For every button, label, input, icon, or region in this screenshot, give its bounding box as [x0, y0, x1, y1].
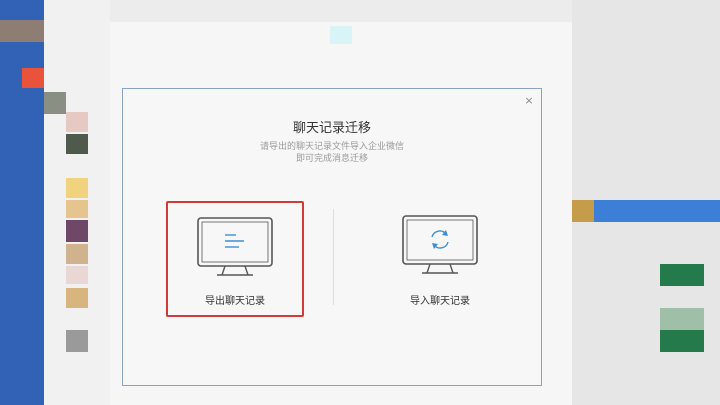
dialog-title: 聊天记录迁移 [292, 121, 371, 136]
background-avatar [66, 266, 88, 284]
options-divider [333, 209, 334, 305]
background-avatar [66, 134, 88, 154]
background-avatar [66, 200, 88, 218]
export-chat-history-button[interactable]: 导出聊天记录 [166, 201, 304, 317]
import-chat-history-label: 导入聊天记录 [410, 296, 470, 307]
background-avatar [0, 20, 44, 42]
background-progress-strip [572, 200, 594, 222]
background-status-block [660, 308, 704, 330]
close-icon[interactable]: × [523, 95, 535, 107]
background-status-block [660, 330, 704, 352]
background-avatar [66, 178, 88, 198]
background-tab [330, 26, 352, 44]
background-avatar [66, 220, 88, 242]
background-avatar [66, 330, 88, 352]
background-avatar [44, 92, 66, 114]
export-chat-history-label: 导出聊天记录 [205, 296, 265, 307]
background-sidebar [0, 0, 44, 405]
background-status-block [660, 264, 704, 286]
background-avatar [66, 112, 88, 132]
background-progress-strip [594, 200, 720, 222]
import-chat-history-button[interactable]: 导入聊天记录 [371, 201, 509, 317]
monitor-lines-icon [197, 217, 273, 276]
background-avatar [66, 244, 88, 264]
chat-migration-dialog: × 聊天记录迁移 请导出的聊天记录文件导入企业微信 即可完成消息迁移 导出聊天记… [122, 88, 542, 386]
background-app-logo [22, 68, 44, 88]
monitor-sync-icon [402, 215, 478, 274]
background-avatar [66, 288, 88, 308]
dialog-description-line2: 即可完成消息迁移 [295, 154, 368, 164]
